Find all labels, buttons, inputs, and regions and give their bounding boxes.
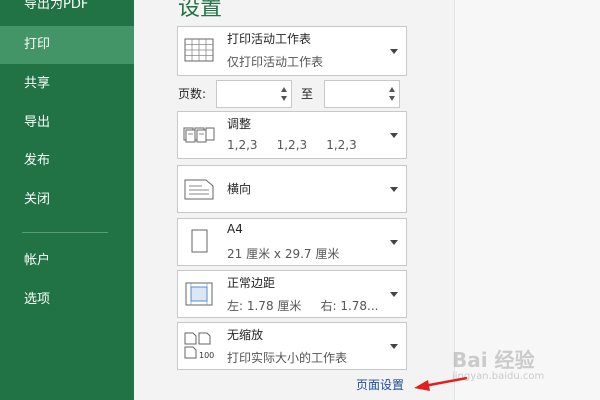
chevron-down-icon (390, 323, 398, 369)
pages-to-label: 至 (301, 87, 314, 101)
nav-export-pdf[interactable]: 导出为PDF (0, 0, 134, 24)
watermark-brand: Bai 经验 (452, 348, 535, 372)
page-setup-link[interactable]: 页面设置 (356, 376, 404, 393)
collate-dropdown[interactable]: 调整 1,2,3 1,2,3 1,2,3 (177, 111, 407, 159)
nav-options[interactable]: 选项 (0, 281, 134, 319)
landscape-page-icon (184, 179, 214, 200)
nav-account[interactable]: 帐户 (0, 242, 134, 280)
nav-close[interactable]: 关闭 (0, 181, 134, 219)
margins-subtitle: 左: 1.78 厘米 右: 1.78... (227, 299, 379, 313)
chevron-down-icon (390, 112, 398, 158)
collate-subtitle: 1,2,3 1,2,3 1,2,3 (227, 138, 357, 152)
chevron-down-icon (390, 271, 398, 317)
paper-size-title: A4 (227, 222, 243, 236)
margins-title: 正常边距 (227, 276, 276, 290)
scaling-title: 无缩放 (227, 328, 264, 342)
no-scaling-icon: 100 (184, 332, 214, 360)
paper-size-subtitle: 21 厘米 x 29.7 厘米 (227, 247, 340, 261)
orientation-title: 横向 (227, 182, 252, 196)
sidebar-divider (22, 232, 108, 233)
nav-publish[interactable]: 发布 (0, 142, 134, 180)
collate-title: 调整 (227, 117, 252, 131)
margins-icon (185, 282, 213, 306)
print-settings-panel: 设置 打印活动工作表 仅打印活动工作表 页数: 至 调整 1,2,3 1,2,3… (134, 0, 454, 400)
spin-down-icon[interactable] (281, 96, 287, 101)
nav-share[interactable]: 共享 (0, 65, 134, 103)
backstage-sidebar: 导出为PDF 打印 共享 导出 发布 关闭 帐户 选项 (0, 0, 134, 400)
scaling-subtitle: 打印实际大小的工作表 (227, 351, 348, 365)
spin-up-icon[interactable] (389, 87, 395, 92)
worksheet-grid-icon (184, 38, 214, 62)
paper-size-dropdown[interactable]: A4 21 厘米 x 29.7 厘米 (177, 218, 407, 266)
margins-dropdown[interactable]: 正常边距 左: 1.78 厘米 右: 1.78... (177, 270, 407, 318)
collate-pages-icon (183, 127, 215, 143)
chevron-down-icon (390, 166, 398, 212)
watermark: Bai 经验 jingyan.baidu.com (452, 344, 544, 382)
print-what-subtitle: 仅打印活动工作表 (227, 55, 324, 69)
chevron-down-icon (390, 27, 398, 75)
spin-up-icon[interactable] (281, 87, 287, 92)
svg-text:100: 100 (199, 351, 214, 360)
settings-heading: 设置 (178, 0, 223, 21)
spin-down-icon[interactable] (389, 96, 395, 101)
pages-to-input[interactable] (324, 80, 400, 108)
watermark-url: jingyan.baidu.com (452, 371, 545, 382)
nav-print[interactable]: 打印 (0, 26, 134, 64)
orientation-dropdown[interactable]: 横向 (177, 165, 407, 213)
pages-label: 页数: (178, 87, 207, 101)
print-preview-panel (454, 0, 600, 400)
print-what-dropdown[interactable]: 打印活动工作表 仅打印活动工作表 (177, 26, 407, 76)
print-what-title: 打印活动工作表 (227, 32, 312, 46)
pages-from-input[interactable] (216, 80, 292, 108)
portrait-page-icon (191, 229, 208, 253)
scaling-dropdown[interactable]: 100 无缩放 打印实际大小的工作表 (177, 322, 407, 370)
chevron-down-icon (390, 219, 398, 265)
nav-export[interactable]: 导出 (0, 104, 134, 142)
